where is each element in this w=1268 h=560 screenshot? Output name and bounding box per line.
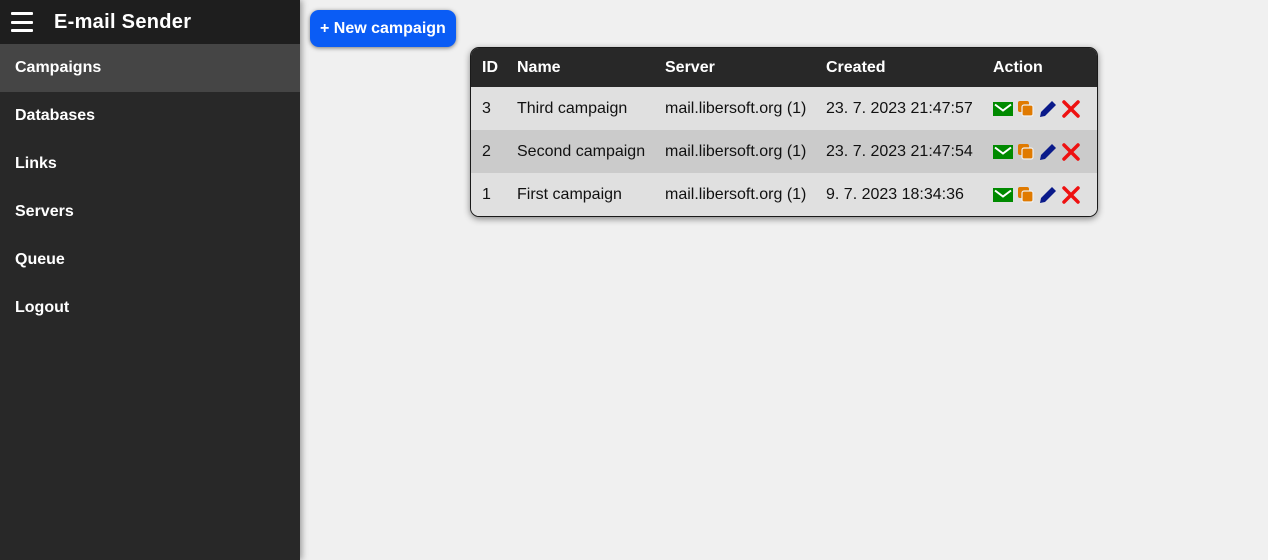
delete-x-icon[interactable] xyxy=(1061,185,1081,205)
sidebar-item-campaigns[interactable]: Campaigns xyxy=(0,44,300,92)
app-title: E-mail Sender xyxy=(54,10,192,33)
cell-actions xyxy=(982,173,1097,216)
sidebar-item-logout[interactable]: Logout xyxy=(0,284,300,332)
column-header-server: Server xyxy=(654,48,815,87)
cell-created: 23. 7. 2023 21:47:57 xyxy=(815,87,982,130)
cell-name: Third campaign xyxy=(506,87,654,130)
column-header-action: Action xyxy=(982,48,1097,87)
edit-pencil-icon[interactable] xyxy=(1039,100,1057,118)
cell-created: 9. 7. 2023 18:34:36 xyxy=(815,173,982,216)
sidebar-item-servers[interactable]: Servers xyxy=(0,188,300,236)
cell-created: 23. 7. 2023 21:47:54 xyxy=(815,130,982,173)
column-header-name: Name xyxy=(506,48,654,87)
column-header-id: ID xyxy=(471,48,506,87)
table-row: 2 Second campaign mail.libersoft.org (1) 23… xyxy=(471,130,1097,173)
delete-x-icon[interactable] xyxy=(1061,99,1081,119)
copy-icon[interactable] xyxy=(1017,186,1035,204)
column-header-created: Created xyxy=(815,48,982,87)
cell-actions xyxy=(982,87,1097,130)
cell-actions xyxy=(982,130,1097,173)
delete-x-icon[interactable] xyxy=(1061,142,1081,162)
sidebar: E-mail Sender Campaigns Databases Links … xyxy=(0,0,300,560)
edit-pencil-icon[interactable] xyxy=(1039,186,1057,204)
cell-server: mail.libersoft.org (1) xyxy=(654,130,815,173)
cell-id: 1 xyxy=(471,173,506,216)
table-row: 3 Third campaign mail.libersoft.org (1) 23.… xyxy=(471,87,1097,130)
table-header-row: ID Name Server Created Action xyxy=(471,48,1097,87)
cell-id: 3 xyxy=(471,87,506,130)
cell-name: First campaign xyxy=(506,173,654,216)
cell-id: 2 xyxy=(471,130,506,173)
table-row: 1 First campaign mail.libersoft.org (1) 9. … xyxy=(471,173,1097,216)
edit-pencil-icon[interactable] xyxy=(1039,143,1057,161)
campaigns-table: ID Name Server Created Action 3 Third cam… xyxy=(470,47,1098,217)
send-mail-icon[interactable] xyxy=(993,144,1013,159)
copy-icon[interactable] xyxy=(1017,100,1035,118)
cell-name: Second campaign xyxy=(506,130,654,173)
send-mail-icon[interactable] xyxy=(993,101,1013,116)
cell-server: mail.libersoft.org (1) xyxy=(654,87,815,130)
new-campaign-button[interactable]: + New campaign xyxy=(310,10,456,47)
send-mail-icon[interactable] xyxy=(993,187,1013,202)
sidebar-item-queue[interactable]: Queue xyxy=(0,236,300,284)
hamburger-menu-icon[interactable] xyxy=(11,12,33,32)
sidebar-header: E-mail Sender xyxy=(0,0,300,44)
sidebar-item-links[interactable]: Links xyxy=(0,140,300,188)
sidebar-item-databases[interactable]: Databases xyxy=(0,92,300,140)
cell-server: mail.libersoft.org (1) xyxy=(654,173,815,216)
copy-icon[interactable] xyxy=(1017,143,1035,161)
